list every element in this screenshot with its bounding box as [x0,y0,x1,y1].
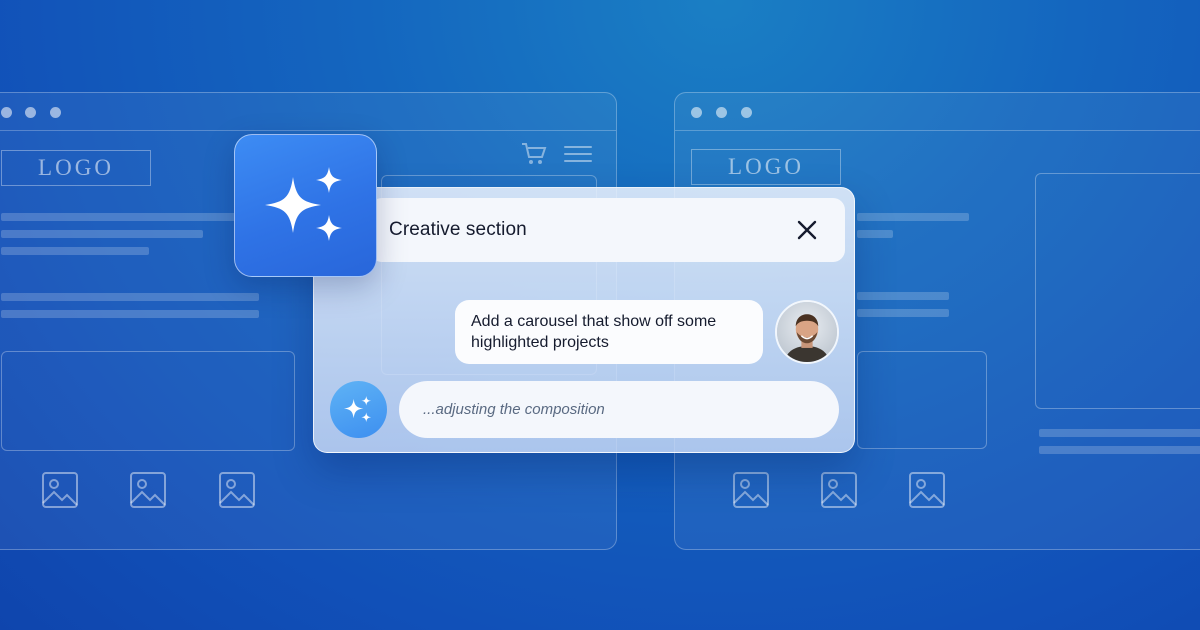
content-block-placeholder [857,351,987,449]
image-placeholder-icon [732,471,770,509]
image-placeholder-icon [41,471,79,509]
text-line-placeholder [857,292,949,300]
text-line-placeholder [1,310,259,318]
text-line-placeholder [857,213,969,221]
image-placeholder-icon [908,471,946,509]
ai-chat-panel: Creative section Add a carousel that sho… [313,187,855,453]
text-line-placeholder [1,230,203,238]
text-line-placeholder [1,293,259,301]
ai-assistant-avatar [330,381,387,438]
image-placeholder-icon [218,471,256,509]
logo-placeholder: LOGO [1,150,151,186]
left-window-titlebar [0,93,616,131]
chat-panel-header: Creative section [370,198,845,262]
image-placeholder-icon [129,471,167,509]
shopping-cart-icon [521,142,547,166]
text-line-placeholder [1039,446,1200,454]
text-line-placeholder [1039,429,1200,437]
sparkles-icon [343,395,372,423]
user-avatar [775,300,839,364]
logo-placeholder: LOGO [691,149,841,185]
text-line-placeholder [1,247,149,255]
content-block-placeholder [1035,173,1200,409]
window-dot [741,107,752,118]
window-dot [50,107,61,118]
sparkles-icon [265,167,342,241]
window-dot [716,107,727,118]
right-window-titlebar [675,93,1200,131]
text-line-placeholder [857,309,949,317]
content-block-placeholder [1,351,295,451]
window-dot [25,107,36,118]
hamburger-menu-icon [564,146,592,162]
chat-panel-title: Creative section [389,219,527,240]
assistant-status-bubble: ...adjusting the composition [399,381,839,438]
window-dot [1,107,12,118]
ai-sparkle-tile [234,134,377,277]
image-placeholder-icon [820,471,858,509]
text-line-placeholder [1,213,239,221]
text-line-placeholder [857,230,893,238]
user-message-bubble: Add a carousel that show off some highli… [455,300,763,364]
close-icon[interactable] [795,218,819,242]
window-dot [691,107,702,118]
